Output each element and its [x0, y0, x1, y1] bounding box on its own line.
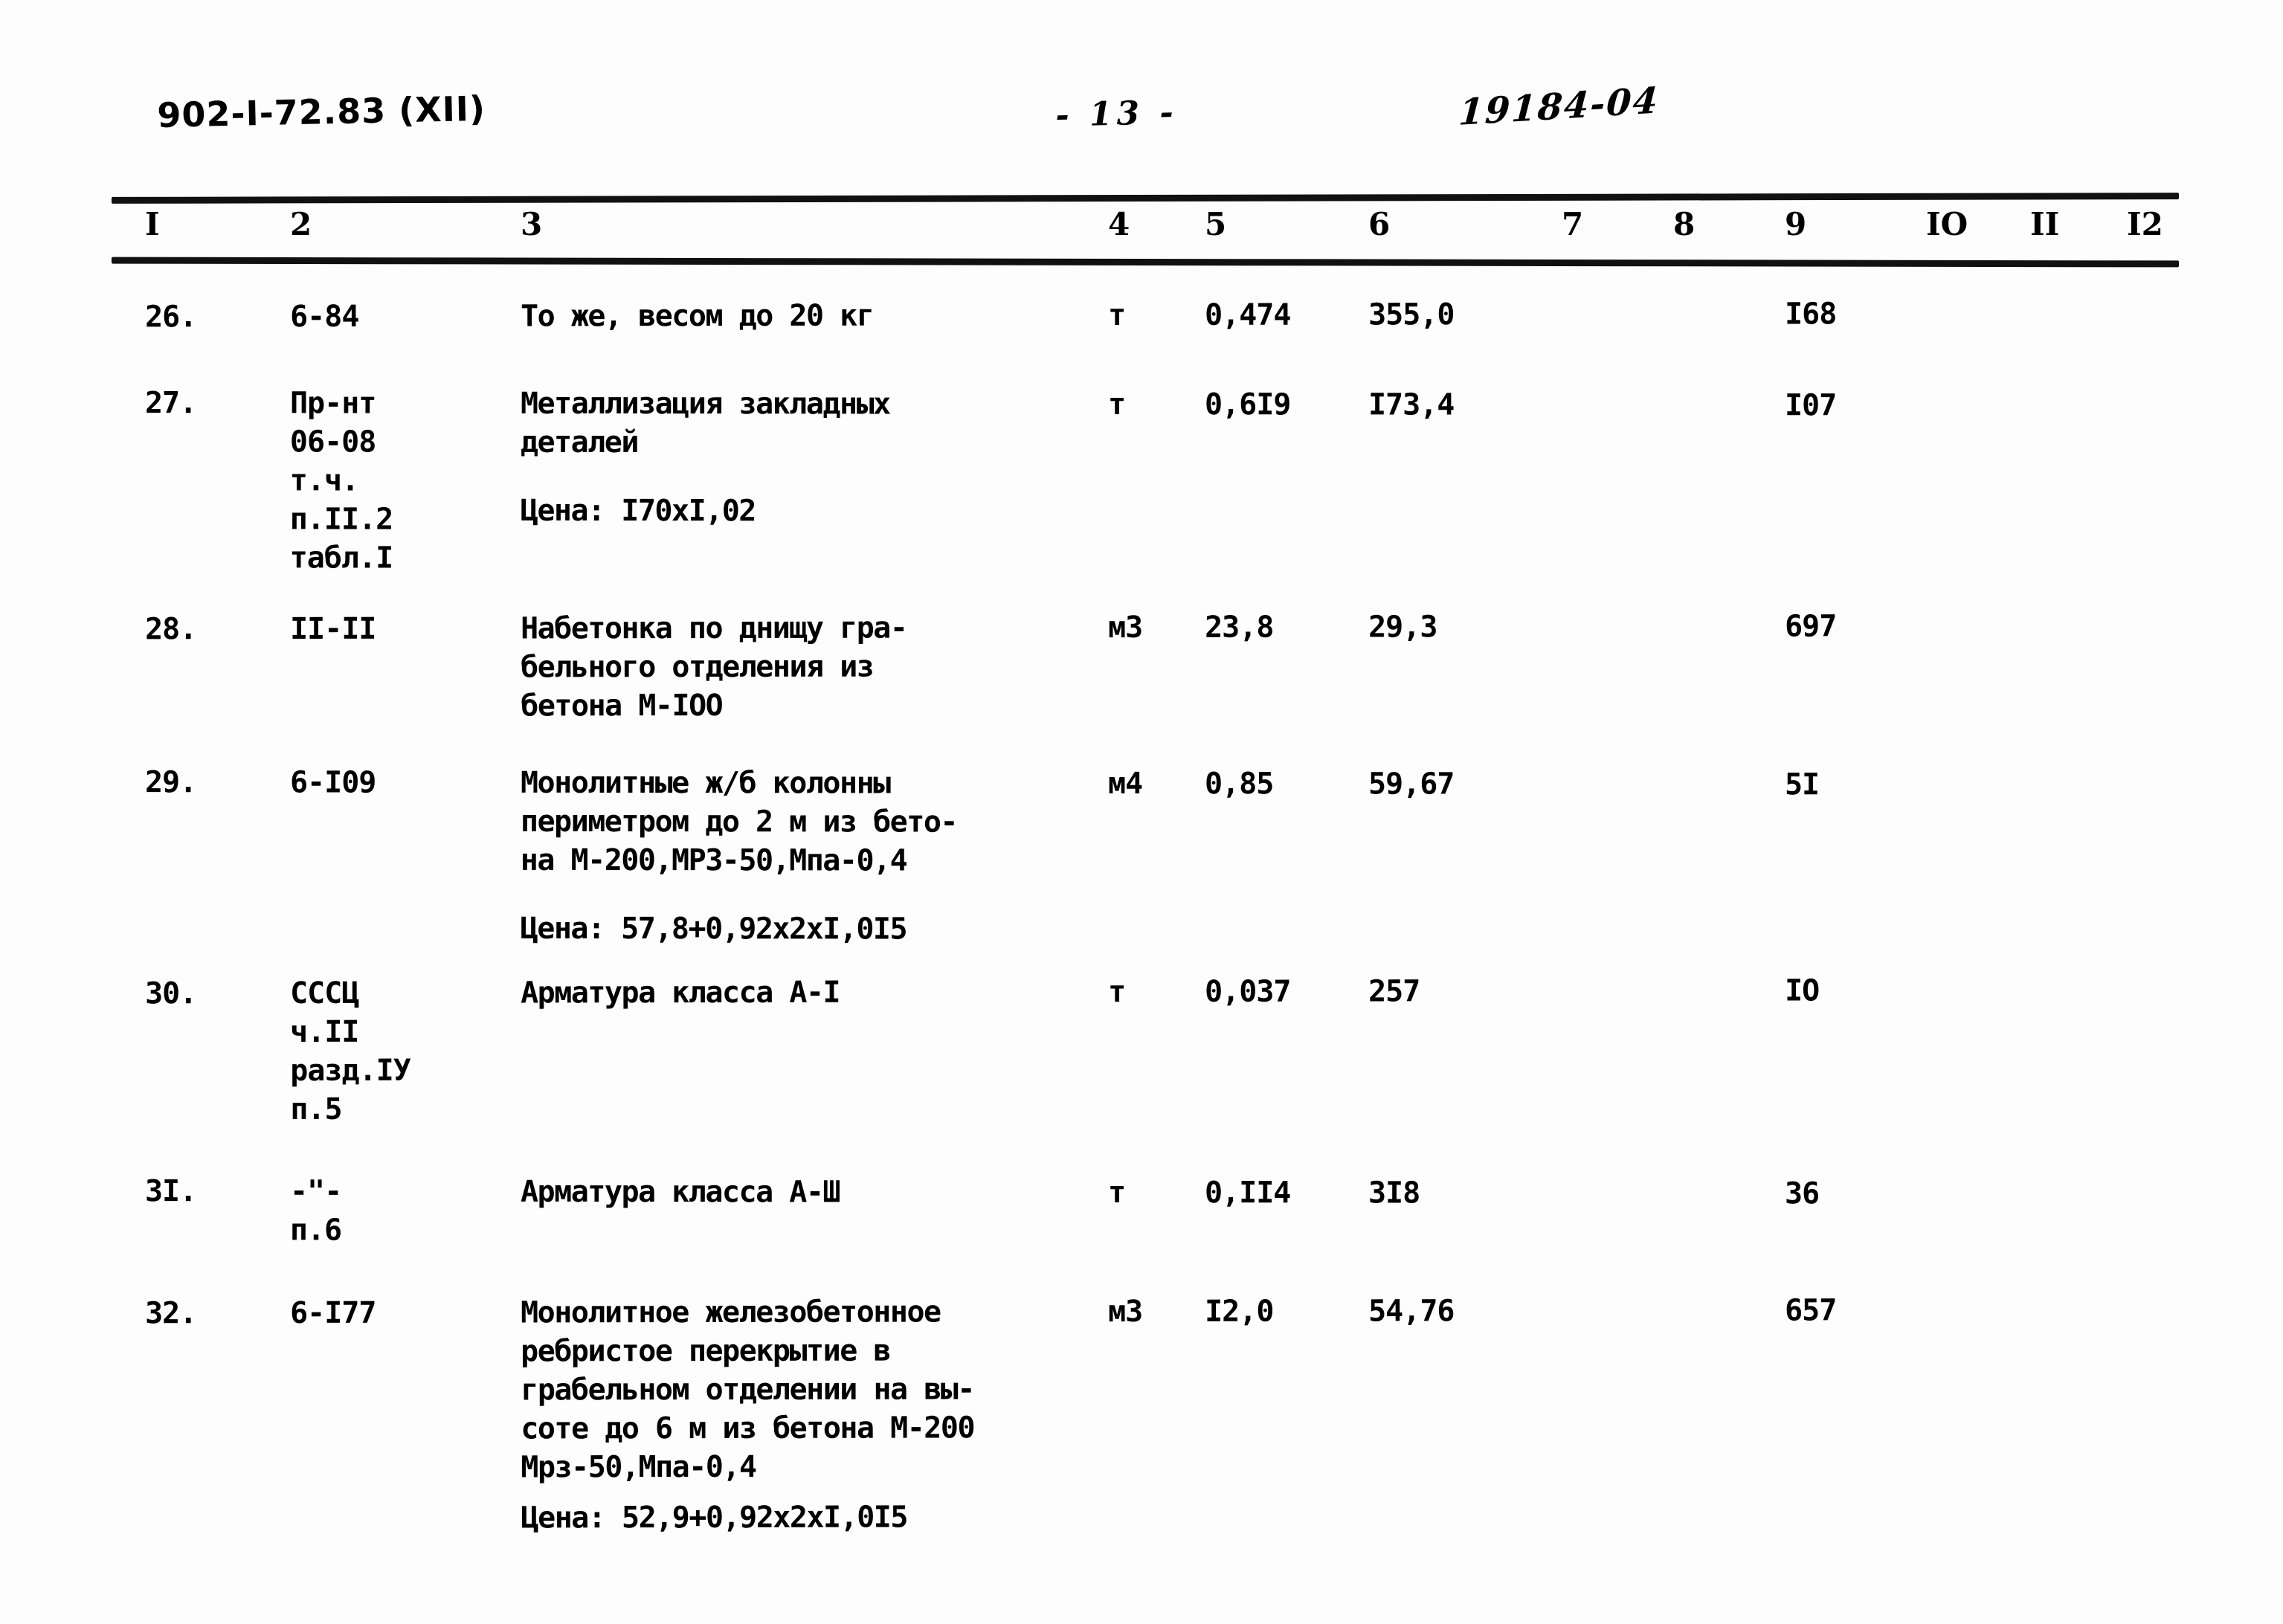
cell-col1-num: 3I. — [144, 1174, 197, 1209]
cell-col4-unit: м3 — [1108, 1294, 1143, 1330]
cell-col4-unit: м4 — [1107, 766, 1143, 802]
table-row: 27. Пр-нт 06-08 т.ч. п.II.2 табл.I Металлизаци… — [0, 384, 2283, 575]
cell-col9-total: 657 — [1785, 1293, 1837, 1328]
cell-col2-code: 6-84 — [290, 299, 359, 334]
cell-col6-price: 355,0 — [1368, 297, 1455, 332]
table-row: 30. СССЦ ч.II разд.IУ п.5 Арматура класса А-I… — [0, 970, 2283, 1127]
cell-col2-code: -"- п.6 — [289, 1174, 342, 1248]
cell-col9-total: I68 — [1785, 297, 1837, 332]
cell-col5-qty: 0,474 — [1205, 297, 1291, 332]
cell-col1-num: 29. — [144, 765, 197, 800]
cell-col6-price: 3I8 — [1368, 1176, 1420, 1211]
cell-col3-price-note: Цена: I70xI,02 — [520, 493, 756, 529]
cell-col1-num: 27. — [144, 386, 197, 421]
cell-col2-code: 6-I77 — [290, 1295, 376, 1330]
table-row: 3I. -"- п.6 Арматура класса А-Ш т 0,II4 3I8 36 — [0, 1172, 2283, 1247]
cell-col5-qty: I2,0 — [1205, 1294, 1274, 1329]
document-page: 902-I-72.83 (XII) - 13 - 19184-04 I23456… — [0, 0, 2283, 1624]
cell-col1-num: 30. — [145, 976, 197, 1011]
cell-col9-total: I07 — [1784, 388, 1837, 423]
cell-col2-code: II-II — [290, 611, 376, 646]
cell-col3-description: Арматура класса А-I — [521, 975, 840, 1011]
cell-col6-price: 29,3 — [1368, 610, 1437, 645]
cell-col5-qty: 23,8 — [1205, 610, 1274, 645]
cell-col1-num: 32. — [145, 1296, 197, 1331]
table-row: 26. 6-84 То же, весом до 20 кг т 0,474 355,0 I… — [0, 294, 2283, 334]
cell-col3-description: Монолитные ж/б колонны периметром до 2 м … — [521, 764, 957, 949]
cell-col6-price: 257 — [1368, 974, 1420, 1009]
table-row: 28. II-II Набетонка по днищу гра-бельного … — [0, 606, 2283, 723]
cell-col3-price-note: Цена: 57,8+0,92x2xI,0I5 — [520, 911, 907, 947]
cell-col4-unit: т — [1107, 387, 1126, 422]
cell-col3-description: Арматура класса А-Ш — [520, 1174, 840, 1210]
table-row: 32. 6-I77 Монолитное железобетонное ребрист… — [0, 1290, 2283, 1535]
cell-col2-code: Пр-нт 06-08 т.ч. п.II.2 табл.I — [289, 386, 393, 576]
cell-col6-price: I73,4 — [1368, 387, 1455, 422]
table-body: 26. 6-84 То же, весом до 20 кг т 0,474 355,0 I… — [0, 0, 2283, 1624]
cell-col2-code: СССЦ ч.II разд.IУ п.5 — [290, 976, 410, 1127]
cell-col3-description: Металлизация закладных деталей Цена: I70xI… — [521, 384, 890, 531]
cell-col9-total: 5I — [1784, 767, 1820, 802]
cell-col9-total: 36 — [1784, 1176, 1820, 1211]
cell-col9-total: 697 — [1785, 609, 1837, 644]
cell-col3-description: То же, весом до 20 кг — [521, 298, 874, 334]
cell-col9-total: IO — [1785, 973, 1820, 1008]
cell-col4-unit: т — [1108, 975, 1126, 1010]
cell-col1-num: 28. — [145, 612, 197, 647]
cell-col3-description: Набетонка по днищу гра-бельного отделени… — [521, 610, 907, 724]
cell-col2-code: 6-I09 — [289, 765, 376, 800]
cell-col4-unit: т — [1107, 1175, 1126, 1210]
table-row: 29. 6-I09 Монолитные ж/б колонны периметром… — [0, 763, 2283, 946]
cell-col3-description: Монолитное железобетонное ребристое перек… — [521, 1292, 974, 1537]
cell-col6-price: 54,76 — [1368, 1294, 1455, 1329]
cell-col5-qty: 0,6I9 — [1204, 387, 1291, 422]
cell-col6-price: 59,67 — [1368, 767, 1455, 802]
cell-col4-unit: т — [1108, 298, 1126, 333]
cell-col5-qty: 0,II4 — [1204, 1176, 1291, 1211]
cell-col5-qty: 0,85 — [1204, 767, 1274, 802]
cell-col1-num: 26. — [145, 300, 197, 335]
cell-col3-price-note: Цена: 52,9+0,92x2xI,0I5 — [521, 1500, 907, 1536]
cell-col4-unit: м3 — [1108, 610, 1143, 645]
cell-col5-qty: 0,037 — [1205, 974, 1291, 1009]
